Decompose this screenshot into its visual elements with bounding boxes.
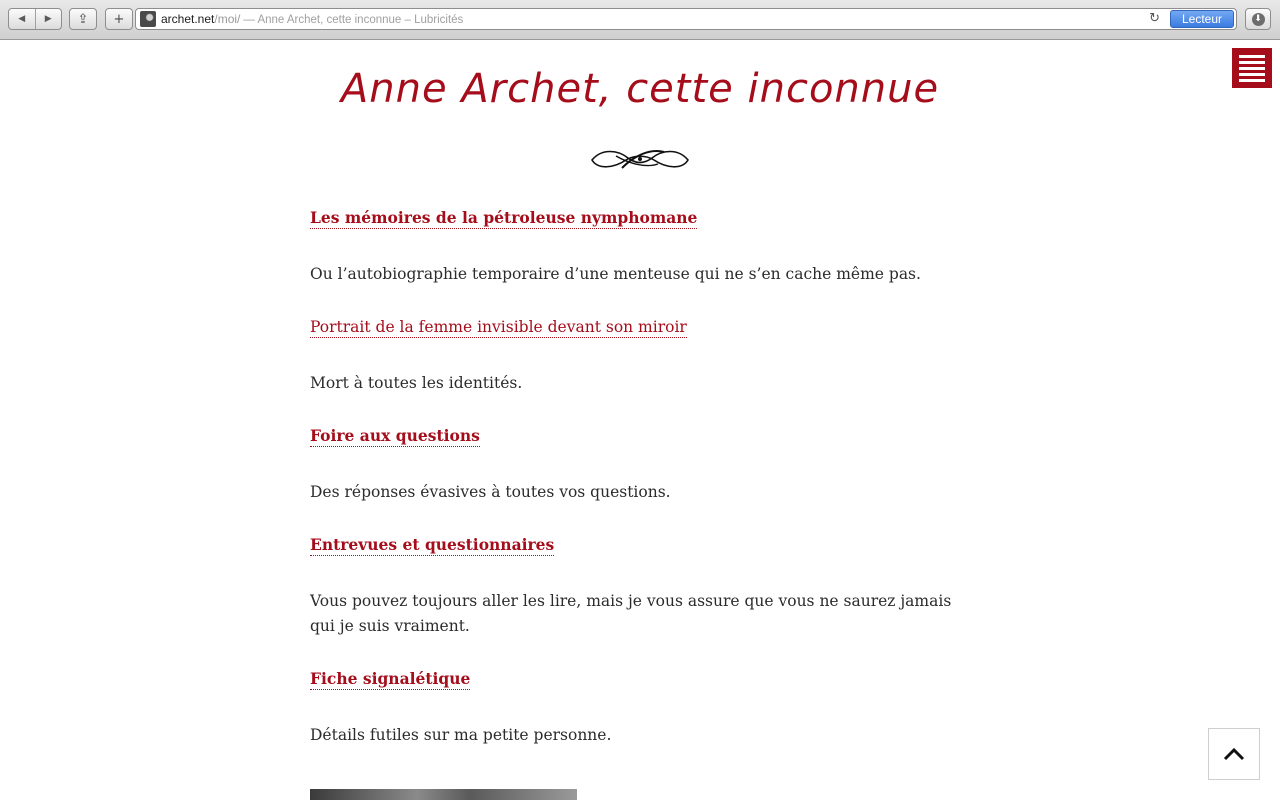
- plus-icon: +: [113, 11, 125, 27]
- back-button[interactable]: ◀: [9, 9, 35, 29]
- back-arrow-icon: ◀: [18, 14, 26, 24]
- entry-link-fiche[interactable]: Fiche signalétique: [310, 669, 471, 690]
- entry-description: Mort à toutes les identités.: [310, 374, 523, 392]
- chevron-up-icon: [1223, 747, 1245, 761]
- menu-line: [1239, 54, 1265, 58]
- address-bar[interactable]: archet.net/moi/— Anne Archet, cette inco…: [135, 8, 1237, 30]
- back-to-top-button[interactable]: [1208, 728, 1260, 780]
- page-title-in-address: — Anne Archet, cette inconnue – Lubricit…: [243, 14, 464, 26]
- portrait-image: [310, 789, 577, 800]
- download-icon: ⬇: [1251, 12, 1265, 26]
- entry-description: Des réponses évasives à toutes vos quest…: [310, 483, 671, 501]
- downloads-button[interactable]: ⬇: [1245, 8, 1271, 30]
- list-item: Portrait de la femme invisible devant so…: [310, 317, 980, 396]
- url-domain: archet.net: [161, 12, 215, 26]
- entry-description: Vous pouvez toujours aller les lire, mai…: [310, 592, 952, 635]
- page-title: Anne Archet, cette inconnue: [340, 66, 940, 112]
- entry-description: Détails futiles sur ma petite personne.: [310, 726, 612, 744]
- list-item: Foire aux questions Des réponses évasive…: [310, 426, 980, 505]
- new-tab-button[interactable]: +: [105, 8, 133, 30]
- reload-icon[interactable]: ↻: [1149, 11, 1160, 26]
- browser-toolbar: ◀ ▶ ⇪ + archet.net/moi/— Anne Archet, ce…: [0, 0, 1280, 40]
- entry-link-memoires[interactable]: Les mémoires de la pétroleuse nymphomane: [310, 208, 698, 229]
- entries-list: Les mémoires de la pétroleuse nymphomane…: [310, 208, 980, 778]
- share-button[interactable]: ⇪: [69, 8, 97, 30]
- menu-line: [1239, 60, 1265, 64]
- share-icon: ⇪: [77, 11, 89, 27]
- list-item: Entrevues et questionnaires Vous pouvez …: [310, 535, 980, 639]
- url-display[interactable]: archet.net/moi/— Anne Archet, cette inco…: [161, 12, 463, 26]
- forward-arrow-icon: ▶: [44, 14, 52, 24]
- list-item: Fiche signalétique Détails futiles sur m…: [310, 669, 980, 748]
- decorative-flourish-icon: [591, 150, 689, 169]
- entry-link-faq[interactable]: Foire aux questions: [310, 426, 480, 447]
- url-path: /moi/: [214, 12, 241, 26]
- site-favicon-icon: [140, 11, 156, 27]
- history-nav: ◀ ▶: [8, 8, 62, 30]
- reader-button[interactable]: Lecteur: [1170, 10, 1234, 28]
- entry-description: Ou l’autobiographie temporaire d’une men…: [310, 265, 921, 283]
- forward-button[interactable]: ▶: [34, 9, 62, 29]
- entry-link-portrait[interactable]: Portrait de la femme invisible devant so…: [310, 317, 687, 338]
- entry-link-entrevues[interactable]: Entrevues et questionnaires: [310, 535, 555, 556]
- list-item: Les mémoires de la pétroleuse nymphomane…: [310, 208, 980, 287]
